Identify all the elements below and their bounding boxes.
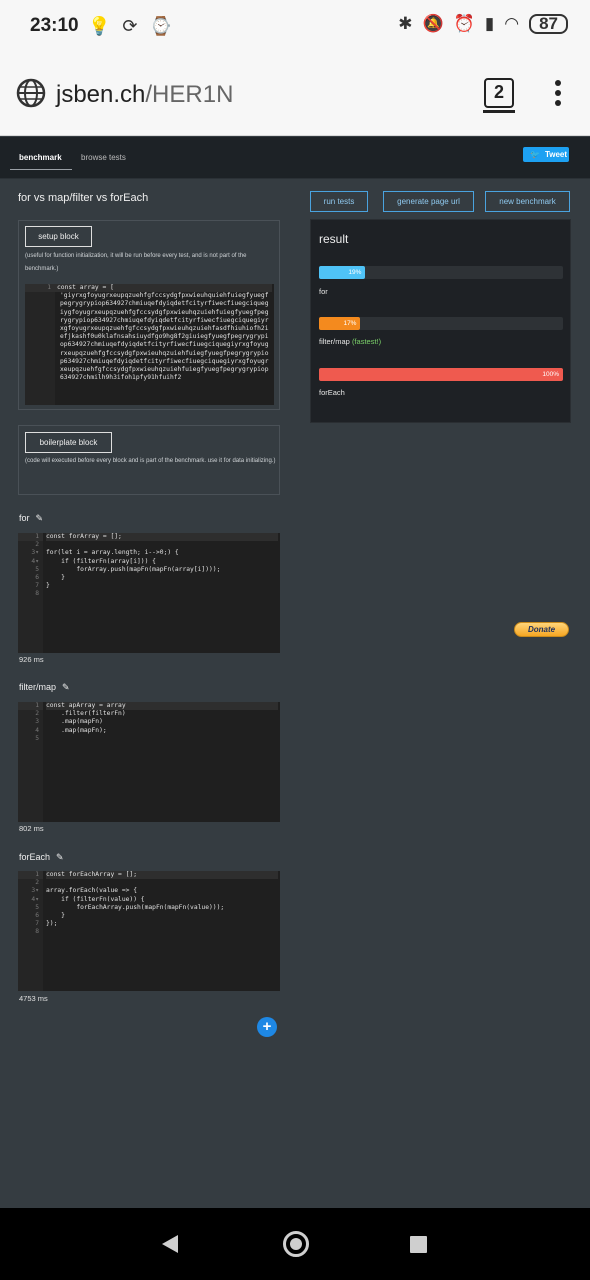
- back-icon[interactable]: [162, 1235, 178, 1253]
- result-bar-for: 19%: [319, 266, 366, 279]
- system-icons: ✱ 🔕 ⏰ ▮ ◠ 87: [398, 14, 568, 34]
- line-gutter: 1: [25, 284, 55, 405]
- setup-note: (useful for function initialization, it …: [25, 253, 247, 272]
- tab-benchmark[interactable]: benchmark: [19, 153, 62, 162]
- boilerplate-block-button[interactable]: boilerplate block: [25, 432, 112, 453]
- result-bar-filter-map: 17%: [319, 317, 361, 330]
- watch-icon: ⌚: [149, 16, 172, 36]
- code-line: }: [46, 582, 50, 590]
- result-label-foreach: forEach: [319, 388, 345, 397]
- setup-code-line: const array = [: [55, 284, 272, 293]
- alarm-icon: ⏰: [453, 14, 475, 33]
- new-benchmark-button[interactable]: new benchmark: [485, 191, 570, 212]
- code-line: .filter(filterFn): [46, 710, 126, 718]
- tweet-label: Tweet: [544, 150, 568, 159]
- result-bar-track: 100%: [319, 368, 563, 381]
- code-line: array.forEach(value => {: [46, 887, 137, 895]
- code-line: }: [46, 573, 65, 581]
- result-panel: result 19% for 17% filter/map (fastest!)…: [310, 219, 571, 423]
- result-bar-track: 19%: [319, 266, 563, 279]
- setup-code-editor[interactable]: 1 const array = [ 'giyrxgfoyugrxeupqzueh…: [25, 284, 274, 405]
- code-line: const apArray = array: [46, 702, 278, 711]
- app-nav: benchmark browse tests: [0, 137, 590, 179]
- bluetooth-icon: ✱: [398, 14, 413, 33]
- code-line: .map(mapFn): [46, 718, 103, 726]
- notification-icons: 💡 ⟳ ⌚: [88, 16, 172, 36]
- code-line: forEachArray.push(mapFn(mapFn(value)));: [46, 903, 225, 911]
- code-line: .map(mapFn);: [46, 726, 107, 734]
- line-gutter: 1 2 3▾ 4▾ 5 6 7 8: [18, 533, 43, 653]
- result-label-for: for: [319, 287, 328, 296]
- pencil-icon[interactable]: ✎: [36, 513, 44, 524]
- status-time: 23:10: [30, 15, 79, 36]
- plus-icon: +: [262, 1018, 272, 1035]
- fastest-badge: (fastest!): [351, 337, 382, 346]
- home-icon[interactable]: [283, 1231, 309, 1257]
- globe-icon[interactable]: [16, 78, 46, 108]
- test-name-foreach[interactable]: forEach ✎: [19, 852, 64, 863]
- tab-browse-tests[interactable]: browse tests: [81, 153, 126, 162]
- url-path: /HER1N: [145, 81, 234, 108]
- android-nav-bar: [0, 1208, 590, 1280]
- twitter-bird-icon: 🐦: [530, 150, 540, 159]
- browser-toolbar: jsben.ch/HER1N 2: [0, 54, 590, 136]
- boilerplate-note: (code will executed before every block a…: [25, 458, 276, 464]
- wifi-icon: ◠: [504, 14, 520, 33]
- lightbulb-icon: 💡: [88, 16, 111, 36]
- test-time-filter-map: 802 ms: [19, 824, 44, 833]
- tab-switcher-button[interactable]: 2: [483, 78, 515, 113]
- test-name-label: filter/map: [19, 682, 57, 692]
- test-code-editor-for[interactable]: 1 2 3▾ 4▾ 5 6 7 8 const forArray = []; for(let …: [18, 533, 280, 653]
- battery-indicator: 87: [529, 14, 568, 34]
- result-bar-track: 17%: [319, 317, 563, 330]
- code-line: }: [46, 911, 65, 919]
- status-bar: 23:10 💡 ⟳ ⌚ ✱ 🔕 ⏰ ▮ ◠ 87: [0, 0, 590, 54]
- test-name-filter-map[interactable]: filter/map ✎: [19, 682, 70, 693]
- code-line: if (filterFn(value)) {: [46, 895, 145, 903]
- url-domain: jsben.ch: [56, 81, 146, 108]
- tweet-button[interactable]: 🐦 Tweet: [523, 147, 569, 162]
- code-line: const forArray = [];: [46, 533, 278, 542]
- signal-icon: ▮: [484, 14, 495, 33]
- result-bar-foreach: 100%: [319, 368, 563, 381]
- result-name: filter/map: [319, 337, 350, 346]
- mute-icon: 🔕: [422, 14, 444, 33]
- page-title: for vs map/filter vs forEach: [18, 192, 149, 204]
- result-label-filter-map: filter/map (fastest!): [319, 337, 381, 346]
- setup-block-button[interactable]: setup block: [25, 226, 92, 247]
- test-name-label: forEach: [19, 852, 51, 862]
- code-line: forArray.push(mapFn(mapFn(array[i])));: [46, 565, 221, 573]
- add-test-button[interactable]: +: [257, 1017, 277, 1037]
- test-time-foreach: 4753 ms: [19, 994, 48, 1003]
- code-line: const forEachArray = [];: [46, 871, 278, 880]
- run-tests-button[interactable]: run tests: [310, 191, 368, 212]
- generate-page-url-button[interactable]: generate page url: [383, 191, 474, 212]
- code-line: });: [46, 920, 58, 928]
- setup-code-string: 'giyrxgfoyugrxeupqzuehfgfccsydgfpxwieuhq…: [60, 292, 269, 382]
- code-line: for(let i = array.length; i-->0;) {: [46, 549, 179, 557]
- address-bar[interactable]: jsben.ch/HER1N: [56, 81, 233, 109]
- code-line: if (filterFn(array[i])) {: [46, 557, 156, 565]
- test-name-for[interactable]: for ✎: [19, 513, 43, 524]
- test-code-editor-foreach[interactable]: 1 2 3▾ 4▾ 5 6 7 8 const forEachArray = []; arra…: [18, 871, 280, 991]
- donate-button[interactable]: Donate: [514, 622, 569, 637]
- result-title: result: [319, 232, 349, 246]
- test-name-label: for: [19, 513, 30, 523]
- browser-menu-button[interactable]: [552, 80, 564, 110]
- test-code-editor-filter-map[interactable]: 12345 const apArray = array .filter(filt…: [18, 702, 280, 822]
- sync-icon: ⟳: [122, 16, 138, 36]
- pencil-icon[interactable]: ✎: [62, 682, 70, 693]
- line-gutter: 1 2 3▾ 4▾ 5 6 7 8: [18, 871, 43, 991]
- line-gutter: 12345: [18, 702, 43, 822]
- active-tab-underline: [10, 169, 72, 170]
- recent-apps-icon[interactable]: [410, 1236, 427, 1253]
- pencil-icon[interactable]: ✎: [56, 852, 64, 863]
- test-time-for: 926 ms: [19, 655, 44, 664]
